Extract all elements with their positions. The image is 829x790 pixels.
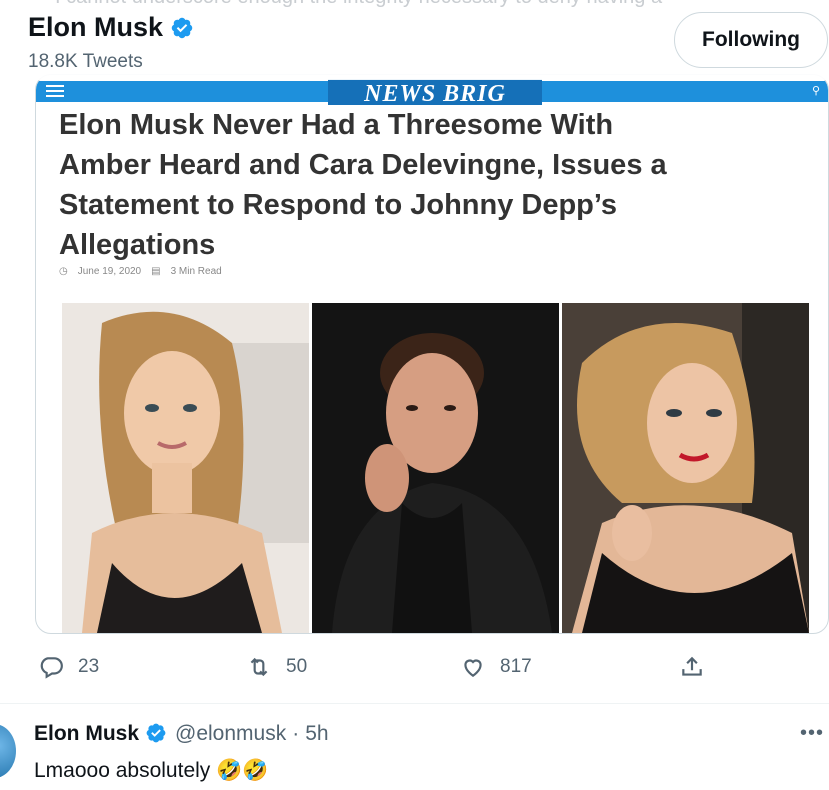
retweet-count: 50	[286, 656, 308, 677]
reply-text: Lmaooo absolutely 🤣🤣	[34, 759, 269, 782]
reply-header: Elon Musk @elonmusk · 5h	[34, 722, 329, 746]
clock-icon: ◷	[59, 266, 68, 277]
share-button[interactable]	[679, 654, 705, 680]
reply-timestamp[interactable]: 5h	[305, 722, 328, 746]
tweet-action-bar: 23 50 817	[0, 650, 829, 690]
hamburger-icon	[46, 85, 64, 98]
like-count: 817	[500, 656, 532, 677]
tweet-divider	[0, 703, 829, 704]
search-icon: ⚲	[811, 85, 820, 97]
following-button[interactable]: Following	[674, 12, 828, 68]
like-icon	[464, 659, 482, 677]
retweet-button[interactable]: 50	[246, 654, 307, 680]
photo-man-center	[312, 303, 559, 633]
separator-dot: ·	[292, 722, 300, 745]
profile-header: I cannot underscore enough the integrity…	[0, 0, 829, 80]
site-navbar: NEWS BRIG ⚲	[36, 79, 828, 105]
reply-author-name[interactable]: Elon Musk	[34, 722, 139, 746]
more-icon[interactable]: •••	[800, 722, 824, 745]
reply-author-handle[interactable]: @elonmusk	[175, 722, 286, 746]
photo-woman-left	[62, 303, 309, 633]
reply-icon	[40, 657, 63, 679]
tweet-media-card[interactable]: NEWS BRIG ⚲ Elon Musk Never Had a Threes…	[35, 74, 829, 634]
verified-badge-icon	[145, 722, 169, 746]
retweet-icon	[250, 657, 268, 677]
tweet-count: 18.8K Tweets	[28, 51, 143, 72]
reply-count: 23	[78, 656, 100, 677]
profile-name: Elon Musk	[28, 12, 194, 43]
article-date: June 19, 2020	[77, 266, 142, 277]
scrolled-tweet-text: I cannot underscore enough the integrity…	[55, 0, 795, 9]
book-icon: ▤	[151, 266, 161, 277]
reply-button[interactable]: 23	[38, 654, 99, 680]
profile-name-text: Elon Musk	[28, 12, 164, 42]
article-meta: ◷ June 19, 2020 ▤ 3 Min Read	[59, 266, 222, 277]
like-button[interactable]: 817	[460, 654, 532, 680]
avatar[interactable]	[0, 724, 16, 778]
verified-badge-icon	[170, 16, 194, 40]
article-headline: Elon Musk Never Had a Threesome With Amb…	[59, 109, 667, 261]
article-photos	[62, 303, 828, 633]
photo-woman-right	[562, 303, 809, 633]
article-read-time: 3 Min Read	[170, 266, 222, 277]
share-icon	[682, 656, 702, 676]
site-logo: NEWS BRIG	[328, 79, 542, 105]
